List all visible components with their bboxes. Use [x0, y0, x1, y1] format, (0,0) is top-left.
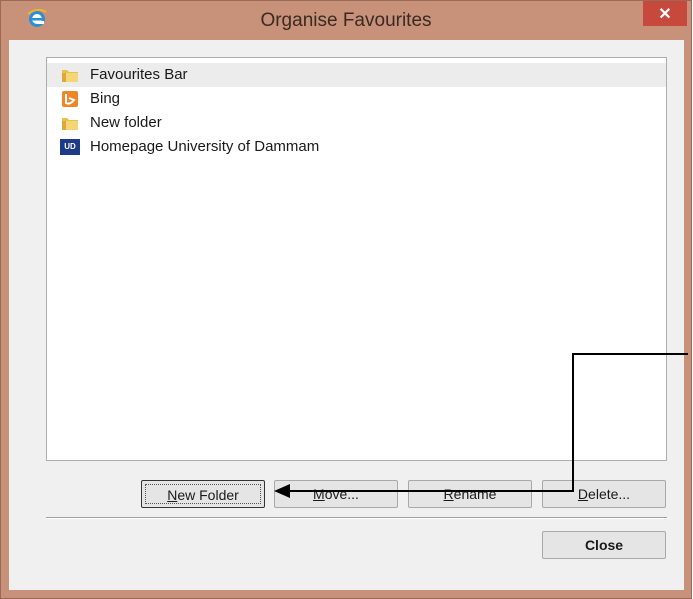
mnemonic: D: [577, 486, 589, 502]
list-item-homepage-university[interactable]: UD Homepage University of Dammam: [47, 135, 666, 159]
dialog-client-area: Favourites Bar Bing New folder UD Homepa…: [9, 40, 684, 590]
button-label: elete...: [588, 486, 631, 502]
close-window-button[interactable]: ✕: [643, 1, 687, 26]
list-item-new-folder[interactable]: New folder: [47, 111, 666, 135]
list-item-label: New folder: [90, 114, 162, 131]
button-label: ename: [453, 486, 497, 502]
button-label: ew Folder: [177, 487, 239, 503]
mnemonic: R: [443, 486, 454, 502]
ud-site-icon: UD: [60, 139, 80, 155]
close-icon: ✕: [658, 5, 672, 23]
folder-icon: [62, 118, 78, 130]
delete-button[interactable]: Delete...: [542, 480, 666, 508]
mnemonic: N: [167, 487, 178, 503]
rename-button[interactable]: Rename: [408, 480, 532, 508]
bing-icon: [62, 91, 78, 107]
focus-rectangle: New Folder: [145, 484, 261, 504]
new-folder-button[interactable]: New Folder: [141, 480, 265, 508]
list-item-label: Homepage University of Dammam: [90, 138, 320, 155]
organise-favourites-window: Organise Favourites ✕ Favourites Bar Bin…: [0, 0, 692, 599]
title-bar[interactable]: Organise Favourites ✕: [1, 1, 691, 41]
window-title: Organise Favourites: [260, 10, 432, 31]
mnemonic: M: [313, 486, 325, 502]
list-item-label: Favourites Bar: [90, 66, 188, 83]
folder-icon: [62, 70, 78, 82]
favourites-list[interactable]: Favourites Bar Bing New folder UD Homepa…: [46, 57, 667, 461]
separator: [46, 517, 667, 519]
button-label: ove...: [324, 486, 359, 502]
close-button[interactable]: Close: [542, 531, 666, 559]
list-item-favourites-bar[interactable]: Favourites Bar: [47, 63, 666, 87]
button-label: Close: [584, 537, 624, 553]
move-button[interactable]: Move...: [274, 480, 398, 508]
list-item-label: Bing: [90, 90, 121, 107]
list-item-bing[interactable]: Bing: [47, 87, 666, 111]
